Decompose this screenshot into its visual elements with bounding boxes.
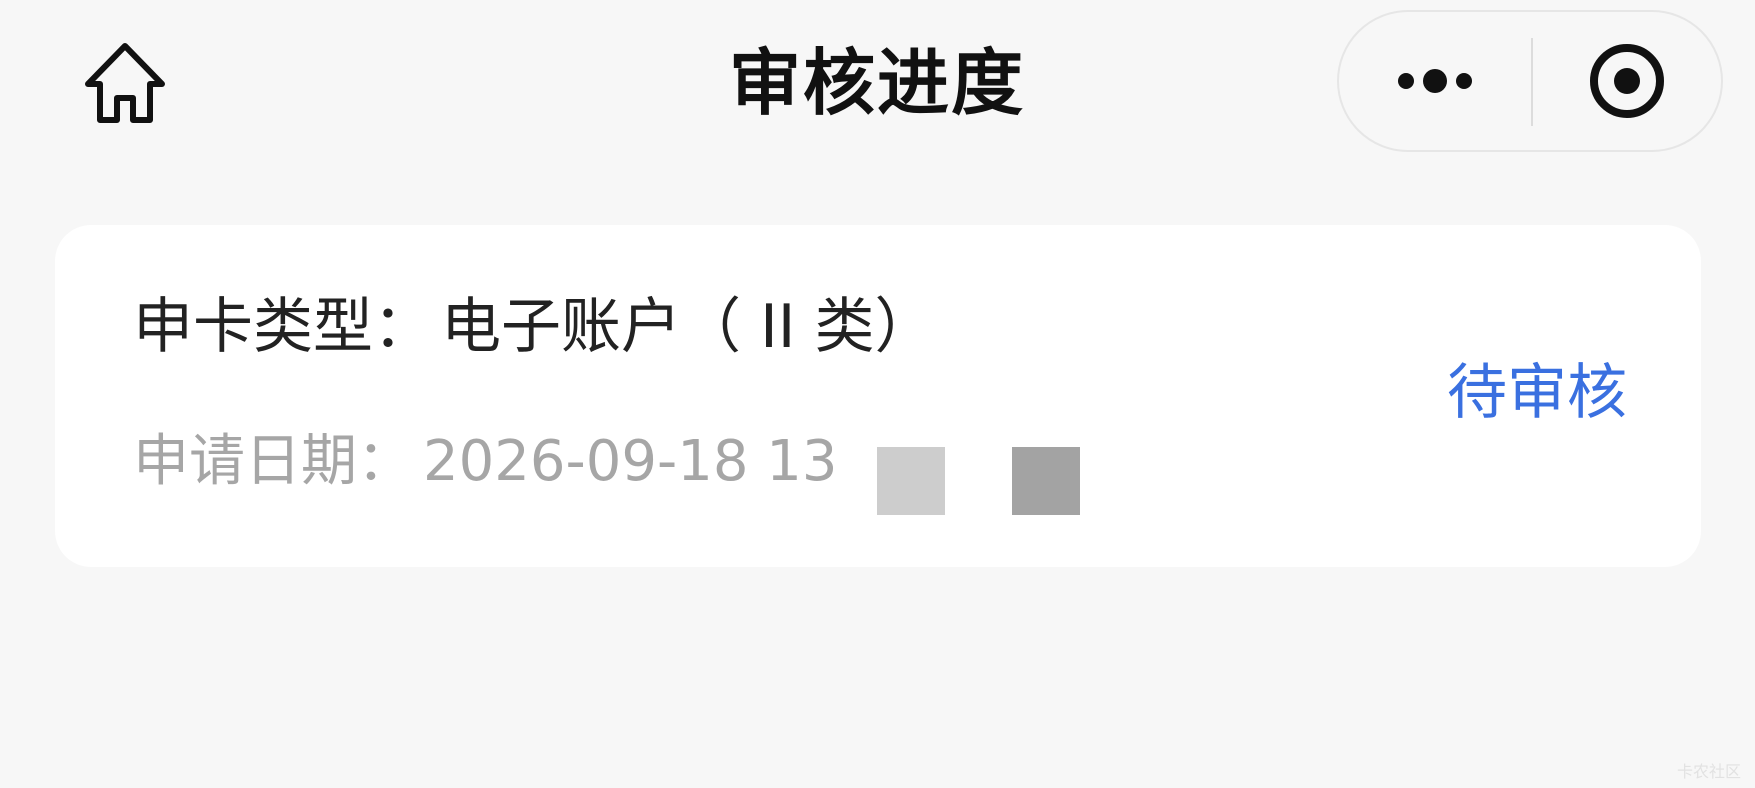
target-close-icon: [1590, 44, 1664, 118]
capsule-menu: [1337, 10, 1723, 152]
home-button[interactable]: [78, 38, 172, 128]
redaction-block: [1012, 447, 1080, 515]
card-type-row: 申卡类型： 电子账户（ II 类）: [133, 287, 935, 367]
page-title: 审核进度: [728, 41, 1025, 125]
redaction-block: [877, 447, 945, 515]
card-type-value: 电子账户（ II 类）: [441, 292, 935, 362]
application-card[interactable]: 申卡类型： 电子账户（ II 类） 申请日期： 2026-09-18 13 待审核: [55, 225, 1701, 567]
more-dots-icon: [1398, 69, 1472, 93]
watermark: 卡农社区: [1676, 762, 1741, 781]
card-type-label: 申卡类型：: [133, 292, 433, 362]
apply-date-row: 申请日期： 2026-09-18 13: [133, 425, 838, 499]
status-badge: 待审核: [1447, 358, 1627, 428]
more-button[interactable]: [1339, 12, 1531, 150]
apply-date-label: 申请日期：: [133, 429, 413, 494]
home-icon: [85, 43, 165, 123]
navigation-bar: 审核进度: [0, 0, 1755, 170]
close-button[interactable]: [1533, 12, 1721, 150]
apply-date-value: 2026-09-18 13: [423, 429, 838, 494]
